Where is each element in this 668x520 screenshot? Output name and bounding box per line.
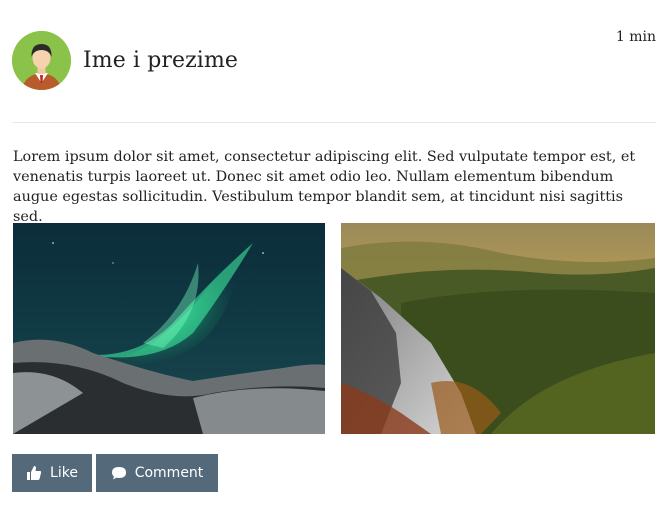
forest-photo: [341, 223, 655, 434]
like-label: Like: [50, 465, 78, 481]
avatar[interactable]: [12, 31, 71, 90]
aurora-photo: [13, 223, 325, 434]
post-image-forest[interactable]: [341, 223, 655, 434]
divider: [12, 122, 656, 123]
user-avatar-icon: [12, 31, 71, 90]
comment-label: Comment: [134, 465, 204, 481]
author-name[interactable]: Ime i prezime: [83, 46, 238, 76]
post-image-aurora[interactable]: [13, 223, 325, 434]
speech-bubble-icon: [111, 465, 127, 481]
post-text: Lorem ipsum dolor sit amet, consectetur …: [13, 149, 636, 225]
thumbs-up-icon: [26, 465, 42, 481]
post-timestamp: 1 min: [615, 29, 656, 45]
like-button[interactable]: Like: [12, 454, 92, 492]
comment-button[interactable]: Comment: [96, 454, 218, 492]
post-card: Ime i prezime 1 min Lorem ipsum dolor si…: [0, 0, 668, 520]
